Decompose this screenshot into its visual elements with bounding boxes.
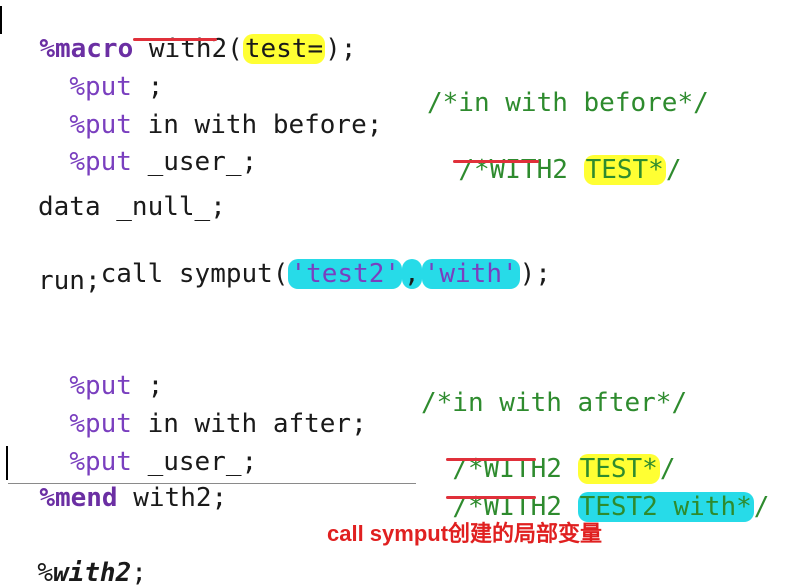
invoke-semicolon: ; <box>131 558 147 588</box>
code-line-put-user[interactable]: %put _user_; <box>38 117 257 177</box>
caption-annotation: call symput创建的局部变量 <box>327 521 603 546</box>
comment-user-before: /*WITH2 TEST*/ <box>427 125 682 185</box>
symput-close: ); <box>519 259 551 289</box>
put-args: _user_; <box>131 147 258 177</box>
comment-in-with-before: /*in with before*/ <box>427 88 709 118</box>
call-symput: call symput( <box>69 259 289 289</box>
comment-in-with-after: /*in with after*/ <box>421 388 688 418</box>
symput-arg-name: 'test2' <box>288 259 403 289</box>
put-statement: %put <box>69 147 132 177</box>
code-line-call-symput[interactable]: call symput('test2','with'); <box>38 229 551 289</box>
comment-var-value-highlight: TEST* <box>583 155 666 185</box>
invoke-percent: % <box>37 558 53 588</box>
code-line-run[interactable]: run; <box>38 266 101 296</box>
line-start-marker <box>0 6 2 34</box>
divider-line <box>8 483 416 484</box>
comment-var-value-highlight-cyan: TEST2 with* <box>577 492 754 522</box>
mend-rest: with2; <box>117 483 228 513</box>
with2-underline-after-2 <box>446 496 536 499</box>
macro-params-close: ); <box>325 34 357 64</box>
symput-comma: , <box>402 259 422 289</box>
symput-arg-value: 'with' <box>421 259 520 289</box>
macro-name-underline <box>133 38 217 41</box>
invoke-name: with2 <box>52 558 132 588</box>
comment-space <box>568 155 584 185</box>
macro-params-open: ( <box>227 34 243 64</box>
with2-underline-before <box>453 160 539 163</box>
comment-close: / <box>665 155 682 185</box>
comment-user-after-2: /*WITH2 TEST2 with*/ <box>421 462 769 522</box>
code-line-data-null[interactable]: data _null_; <box>38 192 226 222</box>
macro-param-highlight: test= <box>242 34 326 64</box>
mend-keyword: %mend <box>39 483 118 513</box>
comment-close: / <box>753 492 770 522</box>
with2-underline-after-1 <box>446 458 536 461</box>
code-line-invoke[interactable]: %with2; <box>6 528 147 588</box>
